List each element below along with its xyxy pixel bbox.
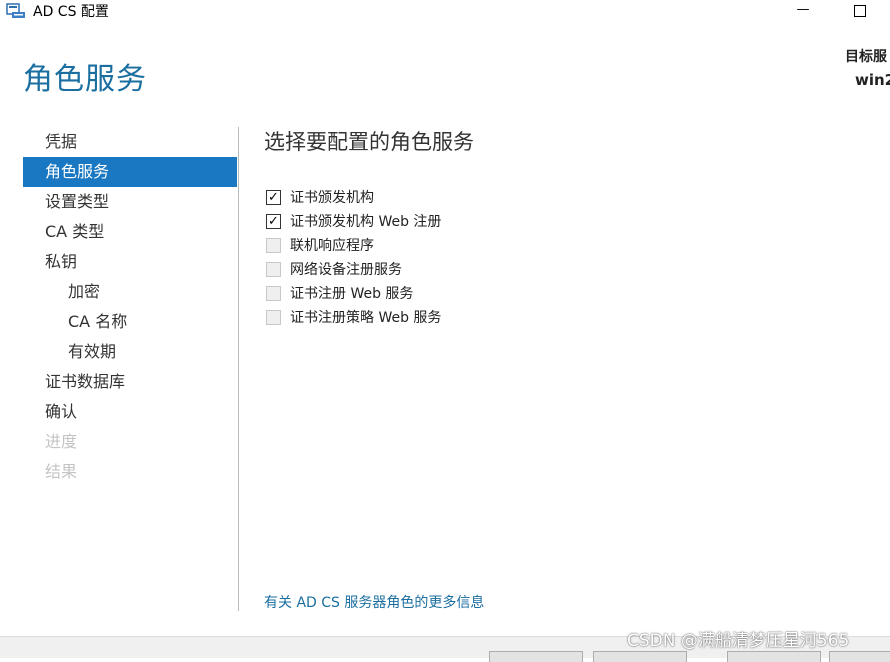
page-title: 角色服务 xyxy=(23,62,147,97)
role-label: 联机响应程序 xyxy=(290,238,374,254)
role-row-ndes: 网络设备注册服务 xyxy=(266,257,441,281)
role-label: 证书颁发机构 Web 注册 xyxy=(290,214,442,230)
checkbox-cert-enrollment-web-service xyxy=(266,285,281,301)
nav-item-results: 结果 xyxy=(45,462,78,481)
nav-divider xyxy=(238,127,239,611)
role-label: 证书颁发机构 xyxy=(290,190,374,206)
nav-item-cryptography[interactable]: 加密 xyxy=(23,277,237,307)
wizard-nav: 凭据 角色服务 设置类型 CA 类型 私钥 加密 CA 名称 有效期 证书数据库… xyxy=(23,127,237,487)
target-server-label: 目标服 xyxy=(845,49,887,65)
nav-item-progress: 进度 xyxy=(45,432,78,451)
title-bar: AD CS 配置 — xyxy=(0,0,890,24)
nav-item-confirmation[interactable]: 确认 xyxy=(23,397,237,427)
role-services-list: ✓ 证书颁发机构 ✓ 证书颁发机构 Web 注册 联机响应程序 网络设备注册服务… xyxy=(266,185,441,329)
role-row-certification-authority: ✓ 证书颁发机构 xyxy=(266,185,441,209)
nav-item-ca-name[interactable]: CA 名称 xyxy=(23,307,237,337)
target-server-value: win2 xyxy=(855,71,890,89)
role-row-cert-enrollment-policy-web-service: 证书注册策略 Web 服务 xyxy=(266,305,441,329)
more-info-link[interactable]: 有关 AD CS 服务器角色的更多信息 xyxy=(264,592,484,612)
role-row-cert-enrollment-web-service: 证书注册 Web 服务 xyxy=(266,281,441,305)
nav-item-credentials[interactable]: 凭据 xyxy=(23,127,237,157)
checkbox-online-responder xyxy=(266,237,281,253)
checkbox-certification-authority[interactable]: ✓ xyxy=(266,189,281,205)
minimize-button[interactable]: — xyxy=(788,0,818,22)
maximize-icon xyxy=(854,5,866,17)
nav-item-private-key[interactable]: 私钥 xyxy=(23,247,237,277)
role-row-online-responder: 联机响应程序 xyxy=(266,233,441,257)
section-title: 选择要配置的角色服务 xyxy=(264,130,474,154)
server-config-icon xyxy=(6,3,25,18)
nav-item-validity-period[interactable]: 有效期 xyxy=(23,337,237,367)
checkbox-network-device-enrollment xyxy=(266,261,281,277)
nav-item-ca-type[interactable]: CA 类型 xyxy=(23,217,237,247)
role-label: 网络设备注册服务 xyxy=(290,262,402,278)
role-row-ca-web-enrollment: ✓ 证书颁发机构 Web 注册 xyxy=(266,209,441,233)
watermark: CSDN @满船清梦压星河565 xyxy=(627,631,850,651)
role-label: 证书注册策略 Web 服务 xyxy=(290,310,442,326)
window-title: AD CS 配置 xyxy=(33,4,109,20)
checkbox-ca-web-enrollment[interactable]: ✓ xyxy=(266,213,281,229)
maximize-button[interactable] xyxy=(845,0,875,22)
nav-item-certificate-database[interactable]: 证书数据库 xyxy=(23,367,237,397)
role-label: 证书注册 Web 服务 xyxy=(290,286,414,302)
nav-item-setup-type[interactable]: 设置类型 xyxy=(23,187,237,217)
checkbox-cert-enrollment-policy-web-service xyxy=(266,309,281,325)
nav-item-role-services[interactable]: 角色服务 xyxy=(23,157,237,187)
